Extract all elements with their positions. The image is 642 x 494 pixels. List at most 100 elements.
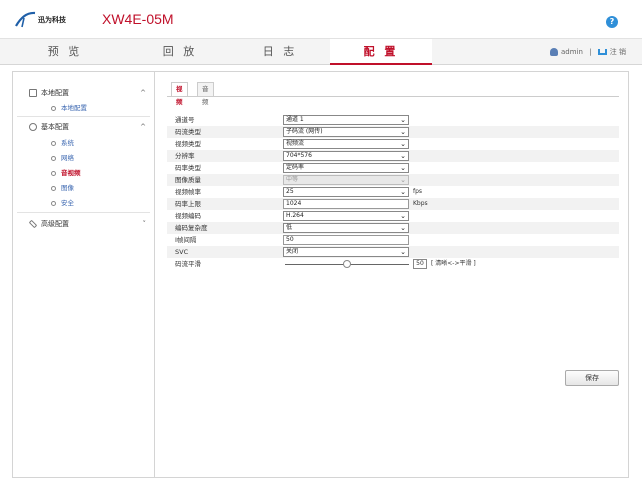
field-label: 码率上限 [175,200,201,208]
row-bitrate-type: 码率类型 定码率 ⌄ [167,162,619,174]
sidebar-group-local[interactable]: 本地配置 ^ [13,86,154,100]
smoothing-hint: [ 清晰<->平滑 ] [431,260,476,267]
brand-name: 迅为科技 [38,16,66,24]
row-i-frame-interval: I帧间隔 50 [167,234,619,246]
field-label: 编码复杂度 [175,224,208,232]
bullet-icon [51,105,56,111]
sidebar-item-label: 网络 [61,154,74,162]
row-stream-type: 码流类型 子码流 (网传) ⌄ [167,126,619,138]
unit-label: Kbps [413,200,428,207]
max-bitrate-input[interactable]: 1024 [283,199,409,209]
sidebar-item-label: 音视频 [61,169,81,177]
field-label: 码流类型 [175,128,201,136]
user-icon [550,48,558,56]
chevron-down-icon: ⌄ [400,248,406,256]
device-model: XW4E-05M [102,11,174,27]
wrench-icon [28,219,38,229]
separator: | [589,48,592,56]
resolution-select[interactable]: 704*576 ⌄ [283,151,409,161]
logout-link[interactable]: 注 销 [610,48,626,56]
row-video-encoding: 视频编码 H.264 ⌄ [167,210,619,222]
row-frame-rate: 视频帧率 25 ⌄ fps [167,186,619,198]
i-frame-interval-input[interactable]: 50 [283,235,409,245]
row-max-bitrate: 码率上限 1024 Kbps [167,198,619,210]
sidebar-item-audio-video[interactable]: 音视频 [51,167,81,179]
smoothing-value: 50 [413,259,427,269]
sidebar-group-label: 高级配置 [41,220,69,228]
divider [17,116,150,117]
select-value: 中等 [286,176,299,183]
sidebar-group-advanced[interactable]: 高级配置 ˅ [13,217,154,231]
select-value: 子码流 (网传) [286,128,323,135]
encoding-complexity-select[interactable]: 低 ⌄ [283,223,409,233]
chevron-down-icon: ˅ [142,220,147,228]
bullet-icon [51,170,56,176]
chevron-down-icon: ⌄ [400,188,406,196]
row-channel: 通道号 通道 1 ⌄ [167,114,619,126]
sidebar-item-local-config[interactable]: 本地配置 [51,102,87,114]
tab-config[interactable]: 配 置 [330,39,432,65]
smoothing-slider-handle[interactable] [343,260,351,268]
frame-rate-select[interactable]: 25 ⌄ [283,187,409,197]
bullet-icon [51,185,56,191]
top-nav: 预 览 回 放 日 志 配 置 admin | 注 销 [0,38,642,65]
bullet-icon [51,155,56,161]
username[interactable]: admin [561,48,583,56]
sidebar-item-system[interactable]: 系统 [51,137,74,149]
field-label: 视频编码 [175,212,201,220]
user-area: admin | 注 销 [550,39,626,65]
field-label: 码率类型 [175,164,201,172]
sidebar-item-label: 安全 [61,199,74,207]
chevron-up-icon: ^ [140,123,146,131]
field-label: 视频帧率 [175,188,201,196]
monitor-icon [29,89,37,97]
logo-icon [15,11,36,28]
tab-video[interactable]: 视频 [171,82,188,106]
field-label: 图像质量 [175,176,201,184]
sidebar-group-basic[interactable]: 基本配置 ^ [13,120,154,134]
chevron-up-icon: ^ [140,89,146,97]
save-button[interactable]: 保存 [565,370,619,386]
row-image-quality: 图像质量 中等 ⌄ [167,174,619,186]
main-frame: 本地配置 ^ 本地配置 基本配置 ^ 系统 网络 音视频 图像 安全 高级配置 … [12,71,629,478]
chevron-down-icon: ⌄ [400,212,406,220]
sidebar: 本地配置 ^ 本地配置 基本配置 ^ 系统 网络 音视频 图像 安全 高级配置 … [13,72,155,477]
field-label: SVC [175,248,189,256]
sidebar-item-network[interactable]: 网络 [51,152,74,164]
sidebar-group-label: 基本配置 [41,123,69,131]
tab-playback[interactable]: 回 放 [130,39,230,65]
chevron-down-icon: ⌄ [400,116,406,124]
logout-icon [597,49,607,55]
field-label: 分辨率 [175,152,195,160]
divider [167,96,619,97]
tab-audio[interactable]: 音频 [197,82,214,106]
field-label: I帧间隔 [175,236,197,244]
select-value: H.264 [286,212,304,219]
unit-label: fps [413,188,423,195]
chevron-down-icon: ⌄ [400,140,406,148]
svc-select[interactable]: 关闭 ⌄ [283,247,409,257]
field-label: 通道号 [175,116,195,124]
select-value: 低 [286,224,293,231]
stream-type-select[interactable]: 子码流 (网传) ⌄ [283,127,409,137]
select-value: 25 [286,188,294,195]
video-type-select[interactable]: 视频流 ⌄ [283,139,409,149]
row-stream-smoothing: 码流平滑 50 [ 清晰<->平滑 ] [167,258,619,270]
sidebar-item-security[interactable]: 安全 [51,197,74,209]
row-encoding-complexity: 编码复杂度 低 ⌄ [167,222,619,234]
sidebar-item-image[interactable]: 图像 [51,182,74,194]
bitrate-type-select[interactable]: 定码率 ⌄ [283,163,409,173]
row-svc: SVC 关闭 ⌄ [167,246,619,258]
tab-log[interactable]: 日 志 [230,39,330,65]
select-value: 通道 1 [286,116,304,123]
video-encoding-select[interactable]: H.264 ⌄ [283,211,409,221]
row-video-type: 视频类型 视频流 ⌄ [167,138,619,150]
header: 迅为科技 XW4E-05M ? [0,0,642,38]
tab-preview[interactable]: 预 览 [0,39,130,65]
bullet-icon [51,140,56,146]
question-circle-icon[interactable]: ? [606,16,618,28]
chevron-down-icon: ⌄ [400,152,406,160]
channel-select[interactable]: 通道 1 ⌄ [283,115,409,125]
chevron-down-icon: ⌄ [400,176,406,184]
row-resolution: 分辨率 704*576 ⌄ [167,150,619,162]
